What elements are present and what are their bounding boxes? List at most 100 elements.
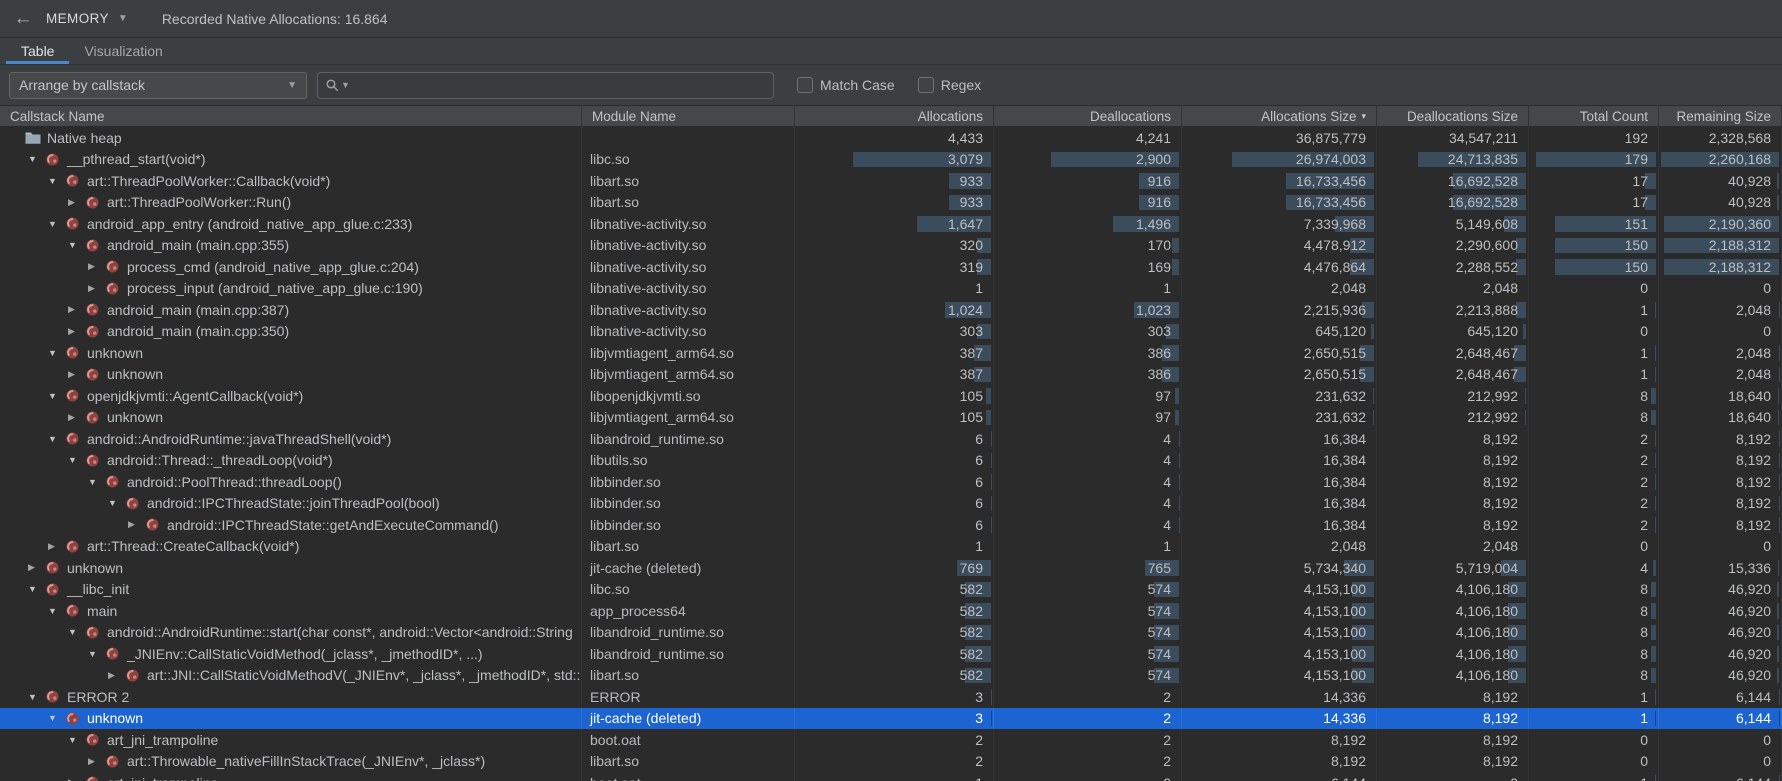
column-header-callstack-name[interactable]: Callstack Name bbox=[0, 106, 582, 126]
callstack-name-label: art::Throwable_nativeFillInStackTrace(_J… bbox=[127, 753, 485, 769]
collapse-arrow-icon[interactable]: ▼ bbox=[68, 455, 85, 465]
value-label: 1,496 bbox=[1136, 216, 1171, 232]
table-row[interactable]: ▶art::JNI::CallStaticVoidMethodV(_JNIEnv… bbox=[0, 665, 1782, 687]
collapse-arrow-icon[interactable]: ▼ bbox=[88, 649, 105, 659]
expand-arrow-icon[interactable]: ▶ bbox=[68, 304, 85, 315]
collapse-arrow-icon[interactable]: ▼ bbox=[28, 692, 45, 702]
table-row[interactable]: ▼_JNIEnv::CallStaticVoidMethod(_jclass*,… bbox=[0, 643, 1782, 665]
column-header-remaining-size[interactable]: Remaining Size bbox=[1659, 106, 1782, 126]
collapse-arrow-icon[interactable]: ▼ bbox=[28, 584, 45, 594]
expand-arrow-icon[interactable]: ▶ bbox=[88, 756, 105, 767]
search-input[interactable] bbox=[356, 76, 766, 94]
callstack-name-cell: ▼android::AndroidRuntime::javaThreadShel… bbox=[0, 428, 582, 450]
table-row[interactable]: ▶process_cmd (android_native_app_glue.c:… bbox=[0, 256, 1782, 278]
table-row[interactable]: ▶android_main (main.cpp:350)libnative-ac… bbox=[0, 321, 1782, 343]
column-header-allocations[interactable]: Allocations bbox=[795, 106, 994, 126]
collapse-arrow-icon[interactable]: ▼ bbox=[48, 391, 65, 401]
collapse-arrow-icon[interactable]: ▼ bbox=[68, 240, 85, 250]
checkbox-icon[interactable] bbox=[918, 77, 934, 93]
collapse-arrow-icon[interactable]: ▼ bbox=[68, 735, 85, 745]
column-header-total-count[interactable]: Total Count bbox=[1529, 106, 1659, 126]
tab-table[interactable]: Table bbox=[6, 38, 69, 64]
allocations-size-cell: 16,733,456 bbox=[1182, 170, 1377, 192]
table-row[interactable]: ▼android::PoolThread::threadLoop()libbin… bbox=[0, 471, 1782, 493]
back-button[interactable]: ← bbox=[0, 0, 46, 37]
value-label: 303 bbox=[960, 323, 983, 339]
search-box[interactable]: ▼ bbox=[317, 72, 774, 99]
collapse-arrow-icon[interactable]: ▼ bbox=[48, 713, 65, 723]
table-row[interactable]: ▼__pthread_start(void*)libc.so3,0792,900… bbox=[0, 149, 1782, 171]
table-row[interactable]: ▶unknownjit-cache (deleted)7697655,734,3… bbox=[0, 557, 1782, 579]
total-count-cell: 2 bbox=[1529, 471, 1659, 493]
value-label: 6,144 bbox=[1736, 775, 1771, 781]
expand-arrow-icon[interactable]: ▶ bbox=[88, 283, 105, 294]
table-row[interactable]: ▼android_main (main.cpp:355)libnative-ac… bbox=[0, 235, 1782, 257]
collapse-arrow-icon[interactable]: ▼ bbox=[48, 606, 65, 616]
collapse-arrow-icon[interactable]: ▼ bbox=[68, 627, 85, 637]
allocations-size-cell: 231,632 bbox=[1182, 407, 1377, 429]
table-row[interactable]: ▼__libc_initlibc.so5825744,153,1004,106,… bbox=[0, 579, 1782, 601]
collapse-arrow-icon[interactable]: ▼ bbox=[48, 176, 65, 186]
table-row[interactable]: ▼android::AndroidRuntime::start(char con… bbox=[0, 622, 1782, 644]
table-row[interactable]: ▼unknownjit-cache (deleted)3214,3368,192… bbox=[0, 708, 1782, 730]
table-row[interactable]: ▶art::Thread::CreateCallback(void*)libar… bbox=[0, 536, 1782, 558]
session-selector[interactable]: MEMORY ▼ bbox=[46, 11, 144, 26]
table-row[interactable]: ▼android::Thread::_threadLoop(void*)libu… bbox=[0, 450, 1782, 472]
remaining-size-cell: 2,190,360 bbox=[1659, 213, 1782, 235]
table-row[interactable]: ▼android::AndroidRuntime::javaThreadShel… bbox=[0, 428, 1782, 450]
search-history-chevron-icon[interactable]: ▼ bbox=[341, 80, 350, 90]
search-icon bbox=[325, 78, 339, 92]
table-row[interactable]: ▶android::IPCThreadState::getAndExecuteC… bbox=[0, 514, 1782, 536]
expand-arrow-icon[interactable]: ▶ bbox=[28, 562, 45, 573]
collapse-arrow-icon[interactable]: ▼ bbox=[28, 154, 45, 164]
allocations-cell: 2 bbox=[795, 751, 994, 773]
collapse-arrow-icon[interactable]: ▼ bbox=[48, 219, 65, 229]
table-row[interactable]: ▼ERROR 2ERROR3214,3368,19216,144 bbox=[0, 686, 1782, 708]
expand-arrow-icon[interactable]: ▶ bbox=[68, 777, 85, 781]
table-row[interactable]: ▶art_jni_trampolineboot.oat106,144016,14… bbox=[0, 772, 1782, 781]
collapse-arrow-icon[interactable]: ▼ bbox=[88, 477, 105, 487]
table-row[interactable]: ▼art_jni_trampolineboot.oat228,1928,1920… bbox=[0, 729, 1782, 751]
table-row[interactable]: ▶unknownlibjvmtiagent_arm64.so10597231,6… bbox=[0, 407, 1782, 429]
expand-arrow-icon[interactable]: ▶ bbox=[68, 326, 85, 337]
tab-visualization[interactable]: Visualization bbox=[69, 38, 177, 64]
expand-arrow-icon[interactable]: ▶ bbox=[68, 369, 85, 380]
collapse-arrow-icon[interactable]: ▼ bbox=[48, 348, 65, 358]
allocations-cell: 6 bbox=[795, 450, 994, 472]
table-row[interactable]: ▼mainapp_process645825744,153,1004,106,1… bbox=[0, 600, 1782, 622]
collapse-arrow-icon[interactable]: ▼ bbox=[108, 498, 125, 508]
value-label: 582 bbox=[960, 581, 983, 597]
table-row[interactable]: ▼Native heap4,4334,24136,875,77934,547,2… bbox=[0, 127, 1782, 149]
match-case-checkbox[interactable]: Match Case bbox=[797, 77, 895, 93]
table-row[interactable]: ▼unknownlibjvmtiagent_arm64.so3873862,65… bbox=[0, 342, 1782, 364]
expand-arrow-icon[interactable]: ▶ bbox=[68, 412, 85, 423]
expand-arrow-icon[interactable]: ▶ bbox=[88, 261, 105, 272]
column-header-deallocations-size[interactable]: Deallocations Size bbox=[1377, 106, 1529, 126]
table-row[interactable]: ▼android::IPCThreadState::joinThreadPool… bbox=[0, 493, 1782, 515]
value-label: 18,640 bbox=[1728, 409, 1771, 425]
expand-arrow-icon[interactable]: ▶ bbox=[48, 541, 65, 552]
value-label: 4,476,864 bbox=[1304, 259, 1366, 275]
allocations-cell: 387 bbox=[795, 364, 994, 386]
column-header-deallocations[interactable]: Deallocations bbox=[994, 106, 1182, 126]
regex-checkbox[interactable]: Regex bbox=[918, 77, 981, 93]
expand-arrow-icon[interactable]: ▶ bbox=[108, 670, 125, 681]
checkbox-icon[interactable] bbox=[797, 77, 813, 93]
table-row[interactable]: ▼android_app_entry (android_native_app_g… bbox=[0, 213, 1782, 235]
arrange-dropdown[interactable]: Arrange by callstack ▼ bbox=[9, 72, 307, 99]
allocations-size-cell: 4,476,864 bbox=[1182, 256, 1377, 278]
table-row[interactable]: ▶android_main (main.cpp:387)libnative-ac… bbox=[0, 299, 1782, 321]
table-row[interactable]: ▶art::ThreadPoolWorker::Run()libart.so93… bbox=[0, 192, 1782, 214]
value-label: 105 bbox=[960, 388, 983, 404]
column-header-allocations-size[interactable]: Allocations Size▾ bbox=[1182, 106, 1377, 126]
collapse-arrow-icon[interactable]: ▼ bbox=[48, 434, 65, 444]
table-row[interactable]: ▶ art::Throwable_nativeFillInStackTrace(_… bbox=[0, 751, 1782, 773]
table-row[interactable]: ▼art::ThreadPoolWorker::Callback(void*)l… bbox=[0, 170, 1782, 192]
column-header-module-name[interactable]: Module Name bbox=[582, 106, 795, 126]
expand-arrow-icon[interactable]: ▶ bbox=[128, 519, 145, 530]
expand-arrow-icon[interactable]: ▶ bbox=[68, 197, 85, 208]
table-row[interactable]: ▶unknownlibjvmtiagent_arm64.so3873862,65… bbox=[0, 364, 1782, 386]
table-row[interactable]: ▼openjdkjvmti::AgentCallback(void*)libop… bbox=[0, 385, 1782, 407]
value-label: 8 bbox=[1640, 667, 1648, 683]
table-row[interactable]: ▶process_input (android_native_app_glue.… bbox=[0, 278, 1782, 300]
